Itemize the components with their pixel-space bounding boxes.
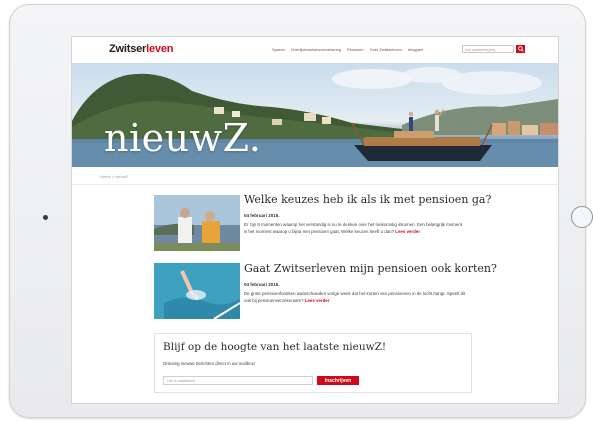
main-nav: Sparen Overlijdensrisicoverzekering Pens…	[272, 47, 423, 52]
article-text-1: Er zijn 8 momenten waarop het verstandig…	[244, 221, 466, 235]
swimmer-photo	[154, 263, 240, 319]
nav-over-zwitserleven[interactable]: Over Zwitserleven	[370, 47, 402, 52]
article-title-1[interactable]: Welke keuzes heb ik als ik met pensioen …	[244, 193, 491, 206]
nav-overlijdensrisicoverzekering[interactable]: Overlijdensrisicoverzekering	[291, 47, 341, 52]
search-input[interactable]: Uw zoekterm(en)	[462, 45, 514, 53]
hero-banner: nieuwZ.	[72, 63, 558, 167]
article-text-2: De grote pensioenfondsen waarschuwden vo…	[244, 290, 466, 304]
hero-title: nieuwZ.	[104, 116, 262, 160]
site-header: Zwitserleven Sparen Overlijdensrisicover…	[72, 37, 558, 63]
nav-inloggen[interactable]: Inloggen	[408, 47, 423, 52]
email-input[interactable]: Uw e-mailadres	[163, 376, 313, 385]
read-more-link-2[interactable]: Lees verder	[305, 298, 330, 303]
article-body-1: Er zijn 8 momenten waarop het verstandig…	[244, 222, 462, 234]
article-date-2: 04 februari 2016.	[244, 282, 280, 287]
newsletter-title: Blijf op de hoogte van het laatste nieuw…	[163, 341, 387, 353]
logo-part2: leven	[146, 43, 174, 55]
logo-part1: Zwitser	[109, 43, 147, 55]
newsletter-subtitle: Ontvang nieuwe berichten direct in uw ma…	[163, 361, 256, 366]
article-body-2: De grote pensioenfondsen waarschuwden vo…	[244, 291, 466, 303]
subscribe-button[interactable]: Inschrijven	[317, 376, 359, 385]
newsletter-box: Blijf op de hoogte van het laatste nieuw…	[154, 333, 472, 393]
search-button[interactable]	[516, 45, 525, 53]
breadcrumb[interactable]: Home > nieuwZ	[100, 174, 128, 179]
article-date-1: 04 februari 2016.	[244, 213, 280, 218]
camera	[43, 215, 48, 220]
tablet-frame: Zwitserleven Sparen Overlijdensrisicover…	[9, 4, 593, 418]
divider	[72, 184, 558, 185]
site-logo[interactable]: Zwitserleven	[109, 43, 173, 55]
article-image-1[interactable]	[154, 195, 240, 251]
couple-photo	[154, 195, 240, 251]
nav-pensioen[interactable]: Pensioen	[347, 47, 364, 52]
article-image-2[interactable]	[154, 263, 240, 319]
nav-sparen[interactable]: Sparen	[272, 47, 285, 52]
home-button[interactable]	[571, 206, 593, 228]
read-more-link-1[interactable]: Lees verder	[395, 229, 420, 234]
search-icon	[517, 46, 524, 52]
article-title-2[interactable]: Gaat Zwitserleven mijn pensioen ook kort…	[244, 262, 497, 275]
screen: Zwitserleven Sparen Overlijdensrisicover…	[71, 36, 559, 404]
